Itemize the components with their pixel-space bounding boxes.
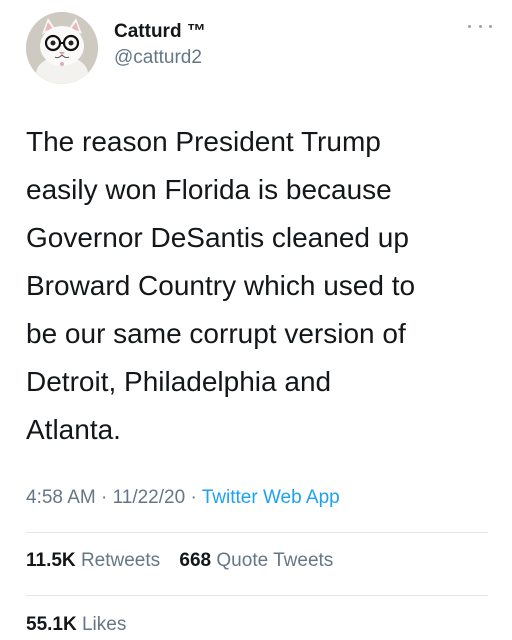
likes-label: Likes xyxy=(81,614,127,635)
retweets-stat[interactable]: 11.5K Retweets xyxy=(26,548,160,574)
more-options-icon[interactable] xyxy=(468,20,492,32)
cat-avatar-icon xyxy=(26,12,98,84)
quote-tweets-count: 668 xyxy=(179,550,212,571)
meta-separator: · xyxy=(101,487,108,508)
retweets-label: Retweets xyxy=(80,550,161,571)
tweet-source[interactable]: Twitter Web App xyxy=(202,487,340,508)
likes-stat[interactable]: 55.1K Likes xyxy=(26,612,126,638)
user-names: Catturd ™ @catturd2 xyxy=(114,20,206,70)
engagement-stats: 11.5K Retweets 668 Quote Tweets xyxy=(26,548,347,574)
divider xyxy=(26,532,488,533)
likes-stats: 55.1K Likes xyxy=(26,612,140,638)
user-handle[interactable]: @catturd2 xyxy=(114,46,206,70)
retweets-count: 11.5K xyxy=(26,550,76,571)
display-name[interactable]: Catturd ™ xyxy=(114,20,206,44)
avatar[interactable] xyxy=(26,12,98,84)
meta-separator: · xyxy=(190,487,197,508)
tweet-meta: 4:58 AM · 11/22/20 · Twitter Web App xyxy=(26,484,340,512)
quote-tweets-label: Quote Tweets xyxy=(216,550,334,571)
tweet-card: Catturd ™ @catturd2 The reason President… xyxy=(0,0,512,640)
divider xyxy=(26,595,488,596)
tweet-time[interactable]: 4:58 AM xyxy=(26,487,96,508)
tweet-text: The reason President Trump easily won Fl… xyxy=(26,126,416,445)
tweet-header: Catturd ™ @catturd2 xyxy=(26,12,492,84)
tweet-date[interactable]: 11/22/20 xyxy=(113,487,186,508)
quote-tweets-stat[interactable]: 668 Quote Tweets xyxy=(179,548,333,574)
likes-count: 55.1K xyxy=(26,614,77,635)
